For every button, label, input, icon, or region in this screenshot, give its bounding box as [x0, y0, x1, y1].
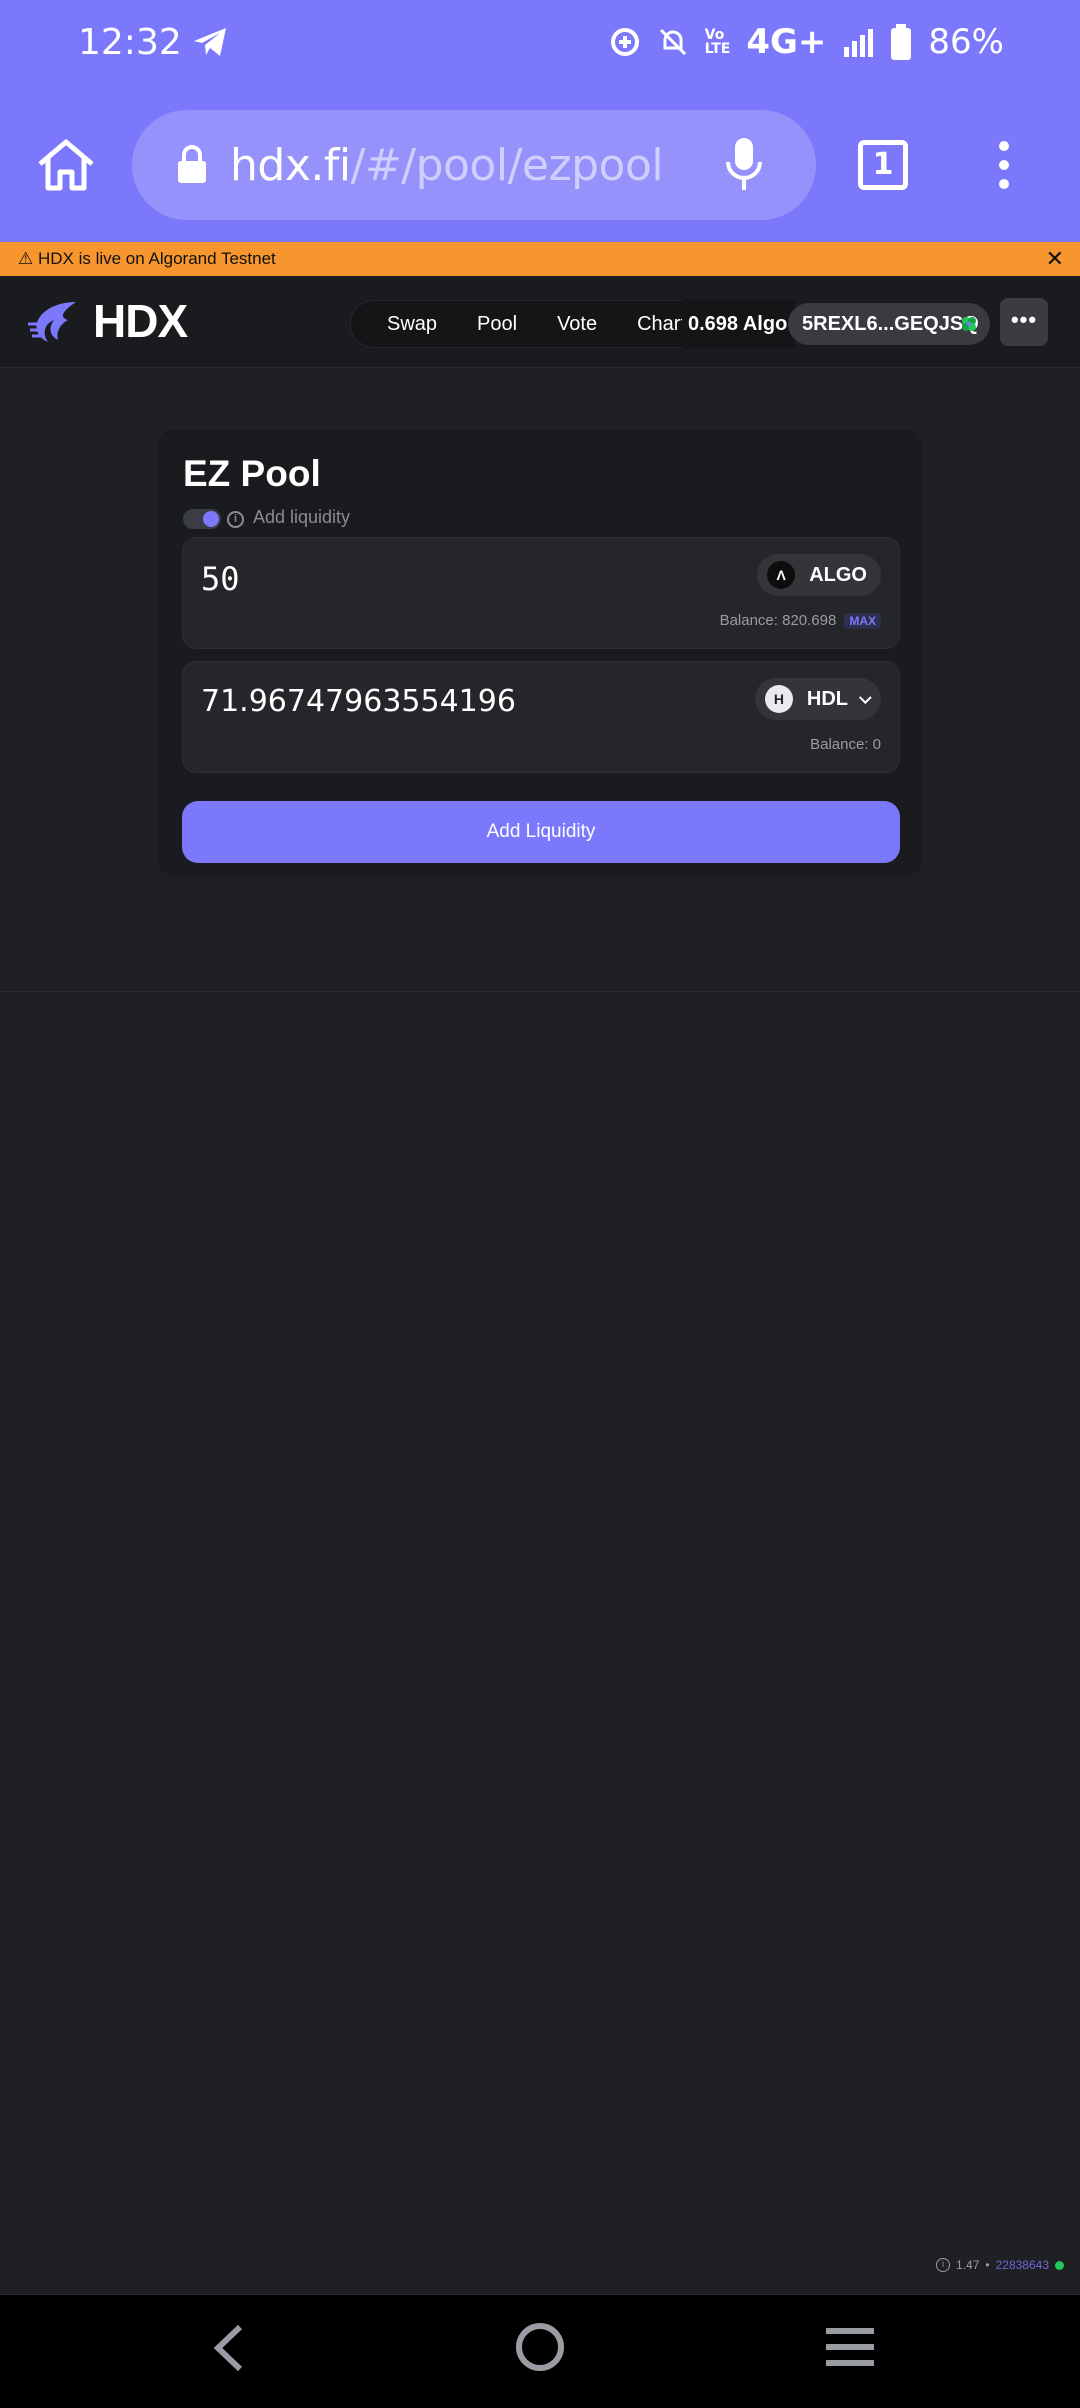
- algo-amount-field[interactable]: 50 Λ ALGO Balance: 820.698 MAX: [182, 537, 900, 649]
- hdl-balance-label: Balance: 0: [810, 736, 881, 753]
- account-address: 5REXL6...GEQJSQ: [802, 313, 979, 335]
- hdl-icon: H: [764, 685, 793, 713]
- nav-swap[interactable]: Swap: [367, 300, 457, 348]
- url-bar[interactable]: hdx.fi/#/pool/ezpool: [132, 110, 816, 220]
- hdl-amount-field[interactable]: 71.96747963554196 H HDL Balance: 0: [182, 661, 900, 773]
- main-content: EZ Pool i Add liquidity 50 Λ ALGO Balanc…: [0, 368, 1080, 992]
- algo-token-label: ALGO: [809, 564, 867, 586]
- battery-icon: [891, 24, 912, 60]
- more-button[interactable]: •••: [1000, 298, 1048, 346]
- app-header: HDX Swap Pool Vote Charts 0.698 Algo 5RE…: [0, 276, 1080, 368]
- nav-vote[interactable]: Vote: [537, 300, 617, 348]
- algo-balance-label: Balance: 820.698 MAX: [720, 612, 881, 629]
- status-icons: Vo LTE 4G+ 86%: [609, 22, 1004, 62]
- lock-icon: [178, 145, 206, 183]
- algo-icon: Λ: [767, 561, 796, 589]
- hdx-logo-icon[interactable]: [26, 298, 82, 346]
- footer-stats: i 1.47 • 22838643: [936, 2258, 1064, 2272]
- testnet-banner: ⚠ HDX is live on Algorand Testnet ✕: [0, 242, 1080, 276]
- status-dot: [1055, 2260, 1064, 2270]
- home-nav-icon[interactable]: [514, 2321, 566, 2373]
- algo-amount-input[interactable]: 50: [201, 560, 240, 598]
- battery-percent: 86%: [928, 22, 1004, 62]
- tabs-button[interactable]: 1: [858, 140, 908, 190]
- nav-pool[interactable]: Pool: [457, 300, 537, 348]
- home-icon[interactable]: [36, 138, 96, 192]
- page-title: EZ Pool: [183, 453, 321, 494]
- footer-separator: •: [985, 2258, 990, 2272]
- algo-balance: 0.698 Algo: [682, 300, 796, 348]
- block-number[interactable]: 22838643: [996, 2258, 1049, 2272]
- hdl-token-selector[interactable]: H HDL: [754, 678, 881, 720]
- microphone-icon[interactable]: [724, 136, 764, 194]
- main-nav: Swap Pool Vote Charts: [350, 300, 734, 348]
- status-time: 12:32: [78, 22, 182, 63]
- browser-menu-icon[interactable]: [992, 140, 1016, 190]
- banner-close-button[interactable]: ✕: [1046, 242, 1064, 276]
- recents-icon[interactable]: [824, 2325, 876, 2369]
- mode-label: Add liquidity: [253, 507, 351, 527]
- signal-icon: [844, 29, 874, 57]
- algo-token-selector[interactable]: Λ ALGO: [757, 554, 881, 596]
- url-text: hdx.fi/#/pool/ezpool: [230, 140, 664, 191]
- add-liquidity-toggle[interactable]: [183, 509, 221, 529]
- android-nav-bar: [0, 2294, 1080, 2408]
- mute-icon: [659, 28, 686, 56]
- banner-text: ⚠ HDX is live on Algorand Testnet: [18, 249, 276, 268]
- chevron-down-icon: [858, 691, 872, 705]
- app-version: 1.47: [956, 2258, 980, 2272]
- telegram-icon: [194, 28, 226, 56]
- account-button[interactable]: 5REXL6...GEQJSQ: [788, 303, 990, 345]
- data-saver-icon: [610, 28, 639, 56]
- back-icon[interactable]: [210, 2323, 246, 2373]
- add-liquidity-button[interactable]: Add Liquidity: [182, 801, 900, 863]
- volte-icon: Vo LTE: [704, 27, 731, 57]
- hdl-token-label: HDL: [806, 688, 848, 710]
- max-button[interactable]: MAX: [844, 613, 881, 629]
- hdl-amount-input[interactable]: 71.96747963554196: [201, 684, 516, 719]
- info-icon[interactable]: i: [227, 511, 244, 528]
- browser-chrome: 12:32 Vo LTE 4G+ 86% hdx.fi/#/pool/ezpool…: [0, 0, 1080, 242]
- logo-text[interactable]: HDX: [93, 294, 188, 348]
- footer-info-icon[interactable]: i: [936, 2258, 951, 2272]
- toggle-knob: [203, 511, 219, 527]
- wallet-avatar-icon: [962, 317, 976, 331]
- ez-pool-card: EZ Pool i Add liquidity 50 Λ ALGO Balanc…: [156, 428, 924, 878]
- network-type: 4G+: [746, 22, 827, 62]
